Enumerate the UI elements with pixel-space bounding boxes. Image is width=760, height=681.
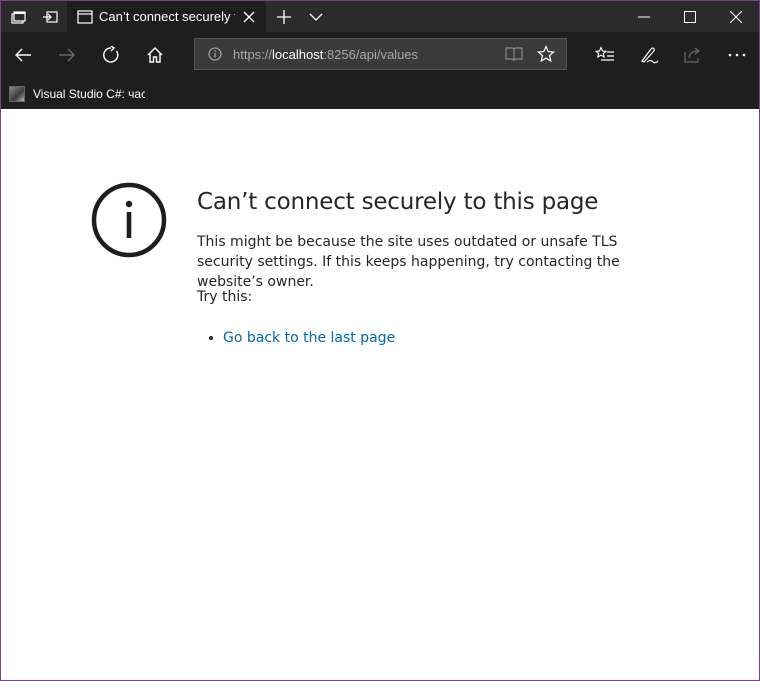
set-aside-tabs-icon[interactable] xyxy=(35,1,65,32)
page-content: Can’t connect securely to this page This… xyxy=(1,109,759,680)
favorites-list-icon[interactable] xyxy=(585,35,625,75)
new-tab-icon[interactable] xyxy=(269,1,299,32)
favorite-label: Visual Studio C#: час xyxy=(33,87,145,101)
tab-strip: Can’t connect securely t xyxy=(1,1,759,32)
forward-icon[interactable] xyxy=(47,35,87,75)
browser-window: Can’t connect securely t https://localho… xyxy=(0,0,760,681)
tab-list-icon[interactable] xyxy=(301,1,331,32)
tab-preview-icon[interactable] xyxy=(3,1,33,32)
info-icon[interactable] xyxy=(208,47,222,66)
error-description: This might be because the site uses outd… xyxy=(197,234,620,290)
favorite-item[interactable]: Visual Studio C#: час xyxy=(9,84,145,104)
close-tab-icon[interactable] xyxy=(241,9,257,25)
back-icon[interactable] xyxy=(3,35,43,75)
reading-view-icon[interactable] xyxy=(505,46,523,67)
suggestion-item: Go back to the last page xyxy=(209,330,395,346)
share-icon[interactable] xyxy=(673,35,713,75)
minimize-icon[interactable] xyxy=(621,1,667,32)
info-circle-icon xyxy=(91,182,167,258)
nav-bar: https://localhost:8256/api/values xyxy=(1,32,759,78)
favorites-bar: Visual Studio C#: час xyxy=(1,78,759,109)
error-title: Can’t connect securely to this page xyxy=(197,189,599,215)
tab-title: Can’t connect securely t xyxy=(99,9,235,24)
url-text[interactable]: https://localhost:8256/api/values xyxy=(233,47,418,62)
page-icon xyxy=(77,9,93,30)
maximize-icon[interactable] xyxy=(667,1,713,32)
pen-icon[interactable] xyxy=(629,35,669,75)
more-icon[interactable] xyxy=(717,35,757,75)
address-bar[interactable]: https://localhost:8256/api/values xyxy=(194,38,567,70)
go-back-link[interactable]: Go back to the last page xyxy=(223,330,395,346)
favicon-icon xyxy=(9,86,25,102)
close-icon[interactable] xyxy=(713,1,759,32)
try-this-label: Try this: xyxy=(197,289,253,305)
favorite-star-icon[interactable] xyxy=(536,44,556,68)
refresh-icon[interactable] xyxy=(91,35,131,75)
home-icon[interactable] xyxy=(135,35,175,75)
active-tab[interactable]: Can’t connect securely t xyxy=(67,1,266,32)
bullet xyxy=(209,336,213,340)
